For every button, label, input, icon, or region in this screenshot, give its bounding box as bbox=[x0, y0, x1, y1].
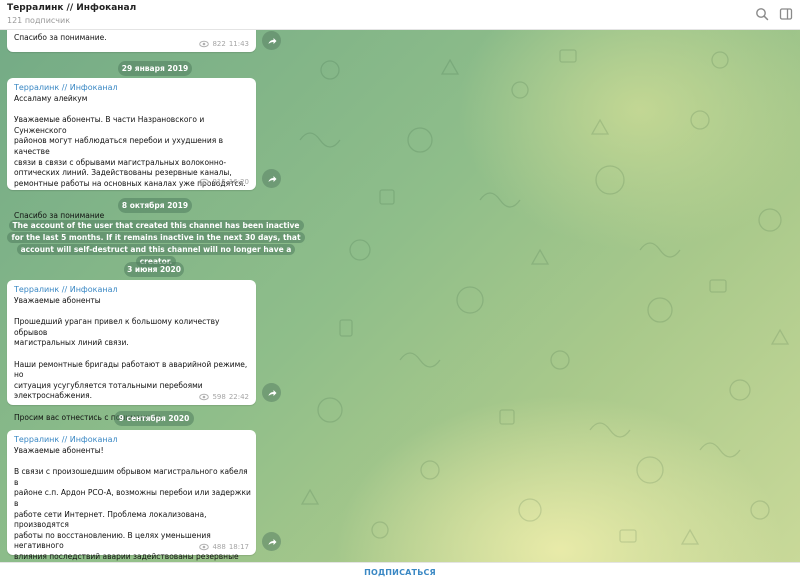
message-bubble[interactable]: Терралинк // Инфоканал Ассаламу алейкум … bbox=[7, 78, 256, 220]
message-time: 18:17 bbox=[228, 543, 249, 551]
message-time: 16:20 bbox=[228, 178, 249, 186]
message-meta: 598 22:42 bbox=[199, 393, 249, 401]
chat-header[interactable]: Терралинк // Инфоканал 121 подписчик bbox=[0, 0, 800, 30]
service-message-text: The account of the user that created thi… bbox=[7, 220, 305, 267]
share-arrow-icon bbox=[268, 389, 276, 396]
share-button[interactable] bbox=[262, 383, 281, 402]
date-separator: 29 января 2019 bbox=[118, 61, 192, 76]
view-count: 915 bbox=[212, 178, 226, 186]
footer-bar: ПОДПИСАТЬСЯ bbox=[0, 562, 800, 582]
message-meta: 488 18:17 bbox=[199, 543, 249, 551]
message-author[interactable]: Терралинк // Инфоканал bbox=[14, 435, 118, 444]
share-arrow-icon bbox=[268, 37, 276, 44]
message-meta: 822 11:43 bbox=[199, 40, 249, 48]
channel-title[interactable]: Терралинк // Инфоканал bbox=[7, 3, 136, 13]
search-icon[interactable] bbox=[754, 6, 770, 22]
eye-icon bbox=[199, 40, 210, 48]
share-arrow-icon bbox=[268, 175, 276, 182]
share-button[interactable] bbox=[262, 169, 281, 188]
message-text: Уважаемые абоненты Прошедший ураган прив… bbox=[14, 296, 248, 422]
chat-area[interactable]: Спасибо за понимание. 822 11:43 29 январ… bbox=[0, 30, 800, 562]
date-separator: 8 октября 2019 bbox=[118, 198, 192, 213]
message-author[interactable]: Терралинк // Инфоканал bbox=[14, 285, 118, 294]
date-separator: 9 сентября 2020 bbox=[114, 411, 194, 426]
share-arrow-icon bbox=[268, 538, 276, 545]
eye-icon bbox=[199, 393, 210, 401]
subscriber-count: 121 подписчик bbox=[7, 16, 71, 25]
date-separator: 3 июня 2020 bbox=[124, 262, 184, 277]
eye-icon bbox=[199, 178, 210, 186]
eye-icon bbox=[199, 543, 210, 551]
message-bubble[interactable]: Терралинк // Инфоканал Уважаемые абонент… bbox=[7, 430, 256, 561]
subscribe-button[interactable]: ПОДПИСАТЬСЯ bbox=[0, 568, 800, 577]
message-author[interactable]: Терралинк // Инфоканал bbox=[14, 83, 118, 92]
message-meta: 915 16:20 bbox=[199, 178, 249, 186]
message-bubble[interactable]: Терралинк // Инфоканал Уважаемые абонент… bbox=[7, 280, 256, 422]
view-count: 822 bbox=[212, 40, 226, 48]
share-button[interactable] bbox=[262, 532, 281, 551]
message-bubble[interactable]: Спасибо за понимание. 822 11:43 bbox=[7, 30, 256, 52]
view-count: 488 bbox=[212, 543, 226, 551]
side-panel-icon[interactable] bbox=[778, 6, 794, 22]
share-button[interactable] bbox=[262, 31, 281, 50]
message-time: 22:42 bbox=[228, 393, 249, 401]
message-time: 11:43 bbox=[228, 40, 249, 48]
service-message: The account of the user that created thi… bbox=[6, 220, 306, 268]
view-count: 598 bbox=[212, 393, 226, 401]
